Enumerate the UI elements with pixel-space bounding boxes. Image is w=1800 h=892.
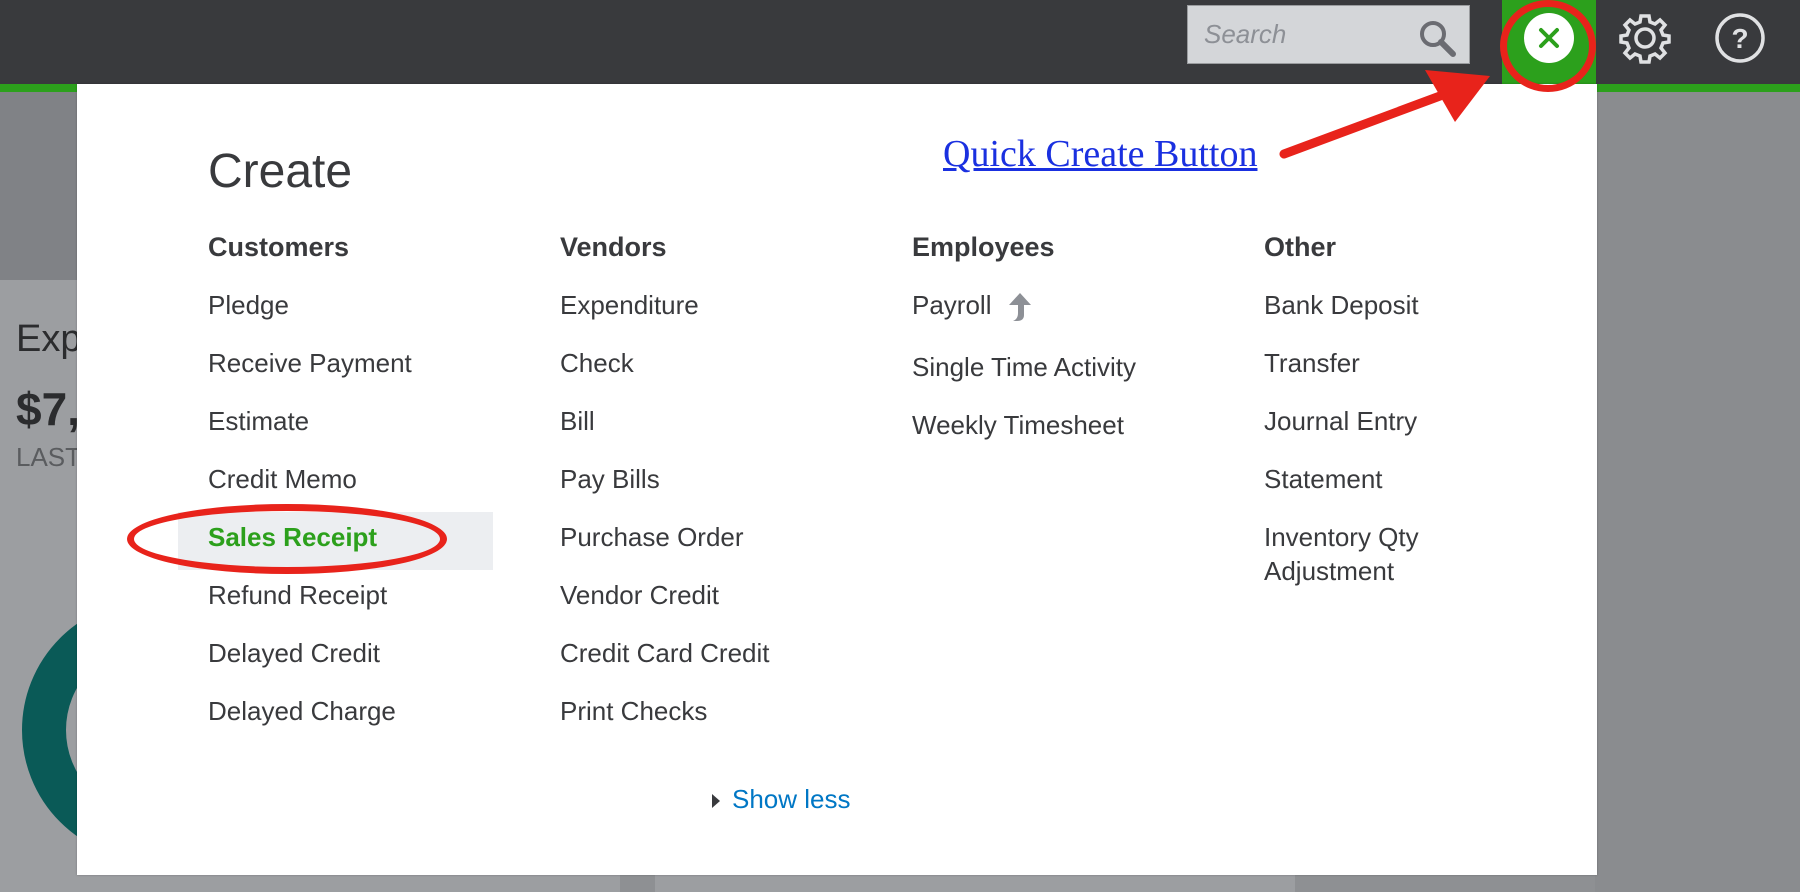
background-card-period: LAST — [16, 442, 82, 472]
menu-item-inventory-line2: Adjustment — [1264, 556, 1395, 586]
menu-item-inventory-line1: Inventory Qty — [1264, 522, 1419, 552]
show-less-link[interactable]: Show less — [712, 784, 851, 815]
menu-item-check[interactable]: Check — [560, 346, 634, 380]
other-heading: Other — [1264, 232, 1337, 262]
menu-item-journal-entry[interactable]: Journal Entry — [1264, 404, 1417, 438]
panel-title: Create — [208, 145, 353, 198]
menu-item-payroll-label: Payroll — [912, 290, 992, 320]
menu-item-inventory-qty-adjustment[interactable]: Inventory Qty Adjustment — [1264, 520, 1419, 588]
employees-column: Employees Payroll Single Time Activity W… — [912, 228, 1242, 440]
menu-item-refund-receipt[interactable]: Refund Receipt — [208, 578, 387, 612]
menu-item-expenditure[interactable]: Expenditure — [560, 288, 699, 322]
customers-column: Customers Pledge Receive Payment Estimat… — [208, 228, 538, 726]
background-right-panel — [1595, 92, 1800, 892]
search-icon[interactable] — [1417, 18, 1457, 58]
menu-item-purchase-order[interactable]: Purchase Order — [560, 520, 744, 554]
customers-heading: Customers — [208, 232, 350, 262]
upgrade-arrow-icon — [1008, 293, 1031, 322]
menu-item-payroll[interactable]: Payroll — [912, 288, 1033, 323]
close-icon — [1539, 28, 1559, 48]
menu-item-pledge[interactable]: Pledge — [208, 288, 289, 322]
annotation-sales-receipt-circle — [127, 504, 447, 574]
annotation-quick-create-label: Quick Create Button — [943, 133, 1258, 175]
menu-item-delayed-charge[interactable]: Delayed Charge — [208, 694, 396, 728]
menu-item-pay-bills[interactable]: Pay Bills — [560, 462, 660, 496]
svg-text:?: ? — [1731, 23, 1748, 54]
background-card-title: Exp — [16, 318, 82, 360]
search-box[interactable] — [1187, 5, 1470, 64]
menu-item-vendor-credit[interactable]: Vendor Credit — [560, 578, 719, 612]
search-input[interactable] — [1188, 6, 1440, 63]
menu-item-delayed-credit[interactable]: Delayed Credit — [208, 636, 380, 670]
menu-item-credit-memo[interactable]: Credit Memo — [208, 462, 357, 496]
caret-right-icon — [712, 794, 720, 809]
menu-item-bill[interactable]: Bill — [560, 404, 595, 438]
gear-icon[interactable] — [1617, 10, 1673, 66]
help-icon[interactable]: ? — [1712, 10, 1768, 66]
menu-item-statement[interactable]: Statement — [1264, 462, 1383, 496]
other-column: Other Bank Deposit Transfer Journal Entr… — [1264, 228, 1594, 586]
menu-item-estimate[interactable]: Estimate — [208, 404, 309, 438]
menu-item-transfer[interactable]: Transfer — [1264, 346, 1360, 380]
employees-heading: Employees — [912, 232, 1055, 262]
menu-item-bank-deposit[interactable]: Bank Deposit — [1264, 288, 1419, 322]
menu-item-credit-card-credit[interactable]: Credit Card Credit — [560, 636, 770, 670]
background-card-amount: $7, — [16, 383, 80, 435]
vendors-column: Vendors Expenditure Check Bill Pay Bills… — [560, 228, 890, 726]
vendors-heading: Vendors — [560, 232, 667, 262]
menu-item-print-checks[interactable]: Print Checks — [560, 694, 707, 728]
menu-item-weekly-timesheet[interactable]: Weekly Timesheet — [912, 408, 1124, 442]
menu-item-single-time-activity[interactable]: Single Time Activity — [912, 350, 1136, 384]
quick-create-button[interactable] — [1524, 13, 1574, 63]
show-less-label: Show less — [732, 784, 851, 814]
menu-item-receive-payment[interactable]: Receive Payment — [208, 346, 412, 380]
